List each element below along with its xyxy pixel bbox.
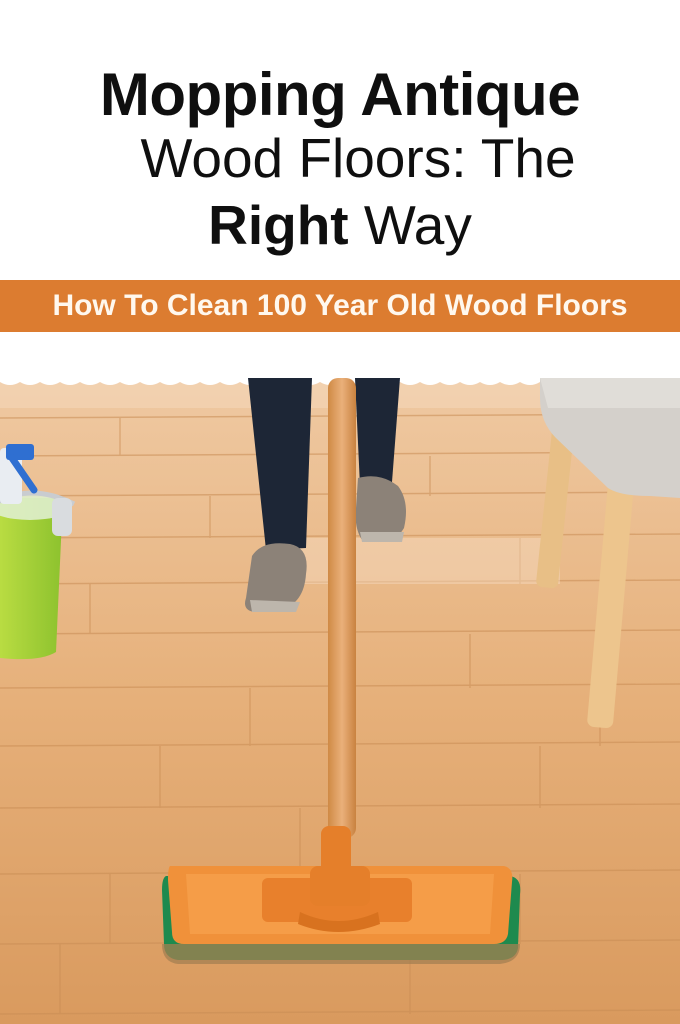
header: Mopping Antique Wood Floors: The Right W… xyxy=(0,0,680,282)
title-bold-word: Right xyxy=(208,194,349,256)
white-gap xyxy=(0,332,680,380)
photo-illustration xyxy=(0,378,680,1024)
title-line-1: Mopping Antique xyxy=(99,61,581,128)
title-line-2: Wood Floors: The xyxy=(140,127,576,189)
pin-graphic: Mopping Antique Wood Floors: The Right W… xyxy=(0,0,680,1024)
mopping-photo xyxy=(0,378,680,1024)
subtitle-banner: How To Clean 100 Year Old Wood Floors xyxy=(0,280,680,332)
page-title: Mopping Antique Wood Floors: The Right W… xyxy=(0,64,680,260)
title-line-3-rest: Way xyxy=(348,194,472,256)
banner-text: How To Clean 100 Year Old Wood Floors xyxy=(52,289,628,322)
title-line-3: Right Way xyxy=(0,190,680,260)
